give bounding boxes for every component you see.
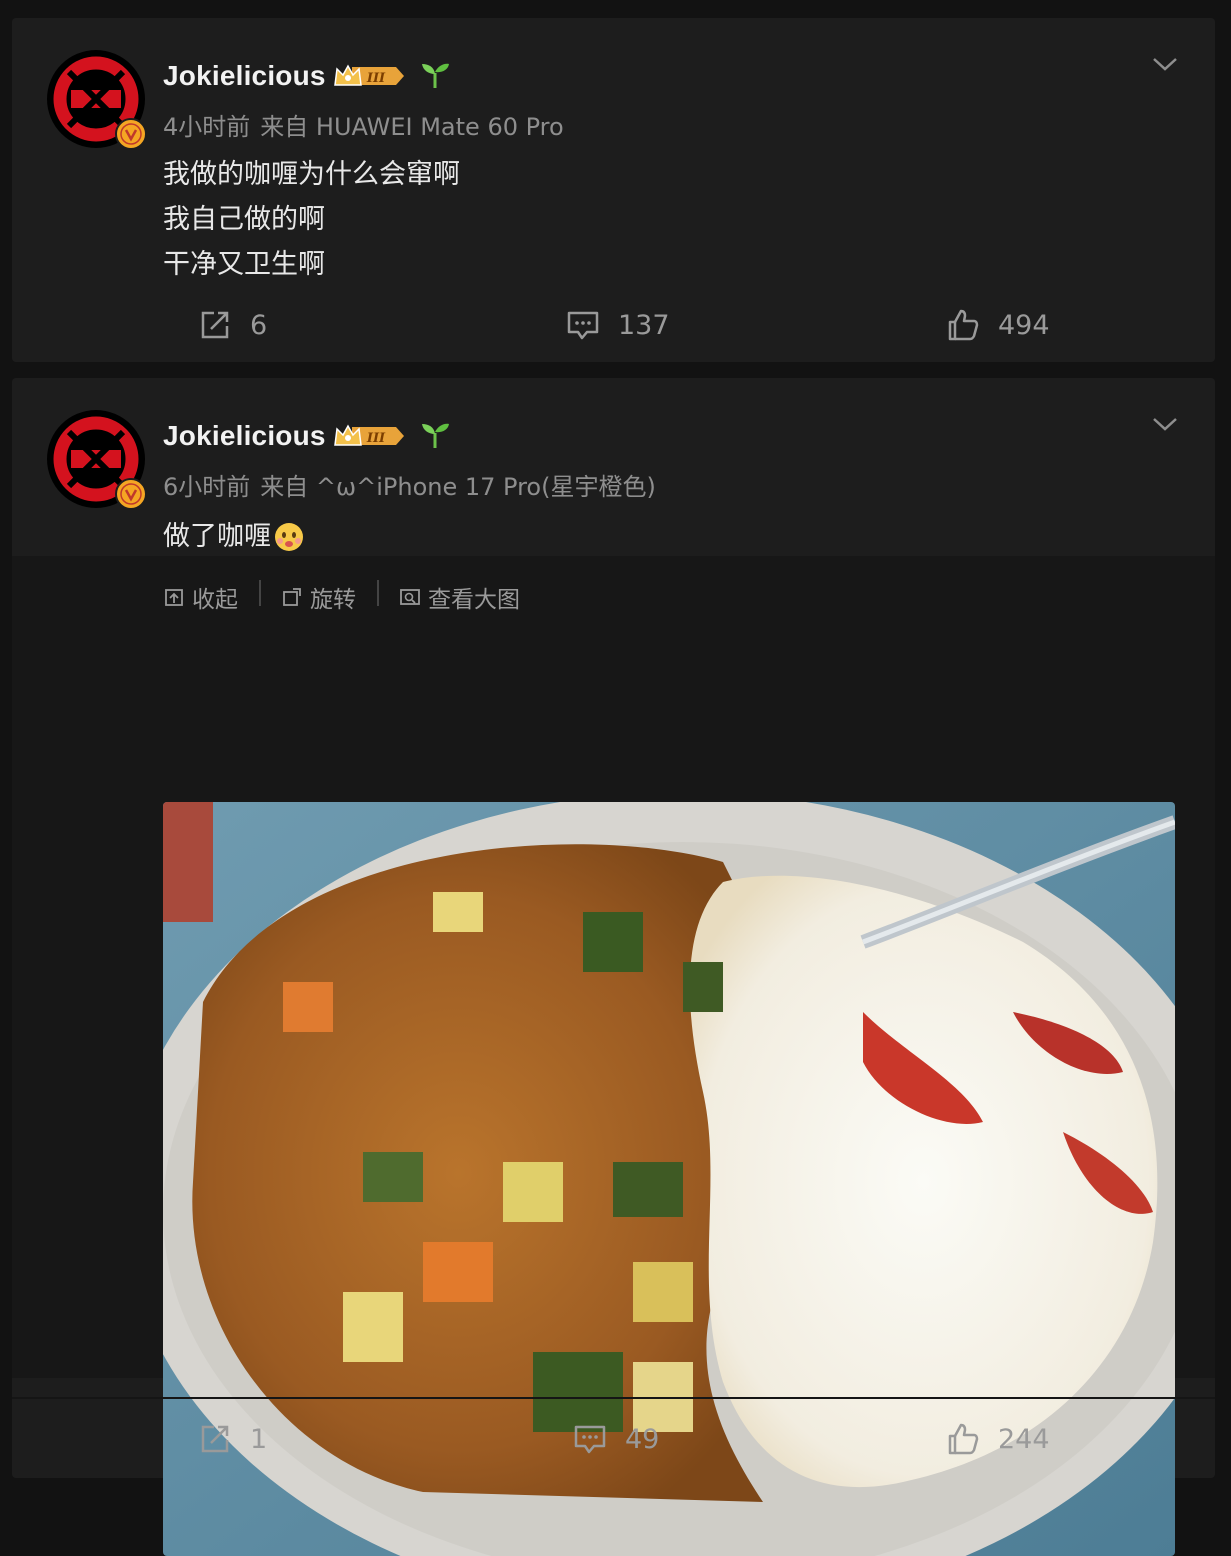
image-viewer: 收起 旋转 查看大图 xyxy=(12,556,1215,1556)
author-name[interactable]: Jokielicious xyxy=(163,60,326,92)
post-text: 我做的咖喱为什么会窜啊 我自己做的啊 干净又卫生啊 xyxy=(163,152,460,287)
toolbar-divider xyxy=(259,580,261,606)
chevron-down-icon[interactable] xyxy=(1150,414,1180,434)
author-name[interactable]: Jokielicious xyxy=(163,420,326,452)
repost-button[interactable]: 1 xyxy=(198,1422,267,1456)
repost-icon xyxy=(201,311,229,339)
post-card: Jokielicious III 6小时前 来自 ^ω^iPhone 17 Pro… xyxy=(12,378,1215,1556)
post-time[interactable]: 4小时前 xyxy=(163,113,250,141)
rotate-icon xyxy=(283,588,301,606)
post-text-line: 我自己做的啊 xyxy=(163,204,325,235)
repost-count: 1 xyxy=(250,1423,268,1455)
like-icon xyxy=(948,309,979,341)
sprout-icon xyxy=(422,63,449,88)
comment-count: 49 xyxy=(625,1423,660,1455)
comment-button[interactable]: 49 xyxy=(573,1422,659,1456)
comment-icon xyxy=(574,1425,606,1454)
like-count: 494 xyxy=(998,309,1050,341)
comment-icon xyxy=(567,311,599,340)
view-large-icon xyxy=(400,589,420,605)
like-button[interactable]: 244 xyxy=(946,1422,1050,1456)
view-large-button[interactable]: 查看大图 xyxy=(399,580,520,614)
comment-count: 137 xyxy=(618,309,670,341)
post-text-line: 干净又卫生啊 xyxy=(163,249,325,280)
svg-text:III: III xyxy=(366,71,386,86)
crown-icon: III xyxy=(334,424,404,446)
post-source: 来自 HUAWEI Mate 60 Pro xyxy=(260,113,564,141)
verified-badge-icon xyxy=(115,478,147,510)
rotate-button[interactable]: 旋转 xyxy=(281,580,356,614)
toolbar-divider xyxy=(377,580,379,606)
like-button[interactable]: 494 xyxy=(946,308,1050,342)
post-card: Jokielicious III 4小时前 来自 HUAWEI Mate 60 P… xyxy=(12,18,1215,362)
post-meta: 6小时前 来自 ^ω^iPhone 17 Pro(星宇橙色) xyxy=(163,467,656,502)
rotate-label: 旋转 xyxy=(310,587,356,613)
sprout-icon xyxy=(422,423,449,448)
post-text-line: 做了咖喱 xyxy=(163,521,271,552)
svg-text:III: III xyxy=(366,431,386,446)
collapse-label: 收起 xyxy=(192,587,238,613)
post-meta: 4小时前 来自 HUAWEI Mate 60 Pro xyxy=(163,107,564,142)
chevron-down-icon[interactable] xyxy=(1150,54,1180,74)
emoji-icon xyxy=(275,522,303,551)
collapse-button[interactable]: 收起 xyxy=(163,580,238,614)
crown-icon: III xyxy=(334,64,404,86)
verified-badge-icon xyxy=(115,118,147,150)
post-text: 做了咖喱 xyxy=(163,514,305,559)
repost-count: 6 xyxy=(250,309,268,341)
post-text-line: 我做的咖喱为什么会窜啊 xyxy=(163,159,460,190)
repost-icon xyxy=(201,1425,229,1453)
divider xyxy=(12,1397,1215,1399)
collapse-icon xyxy=(165,589,183,606)
like-icon xyxy=(948,1423,979,1455)
comment-button[interactable]: 137 xyxy=(566,308,670,342)
repost-button[interactable]: 6 xyxy=(198,308,267,342)
like-count: 244 xyxy=(998,1423,1050,1455)
post-time[interactable]: 6小时前 xyxy=(163,473,250,501)
post-source: 来自 ^ω^iPhone 17 Pro(星宇橙色) xyxy=(260,473,656,501)
view-large-label: 查看大图 xyxy=(428,587,520,613)
